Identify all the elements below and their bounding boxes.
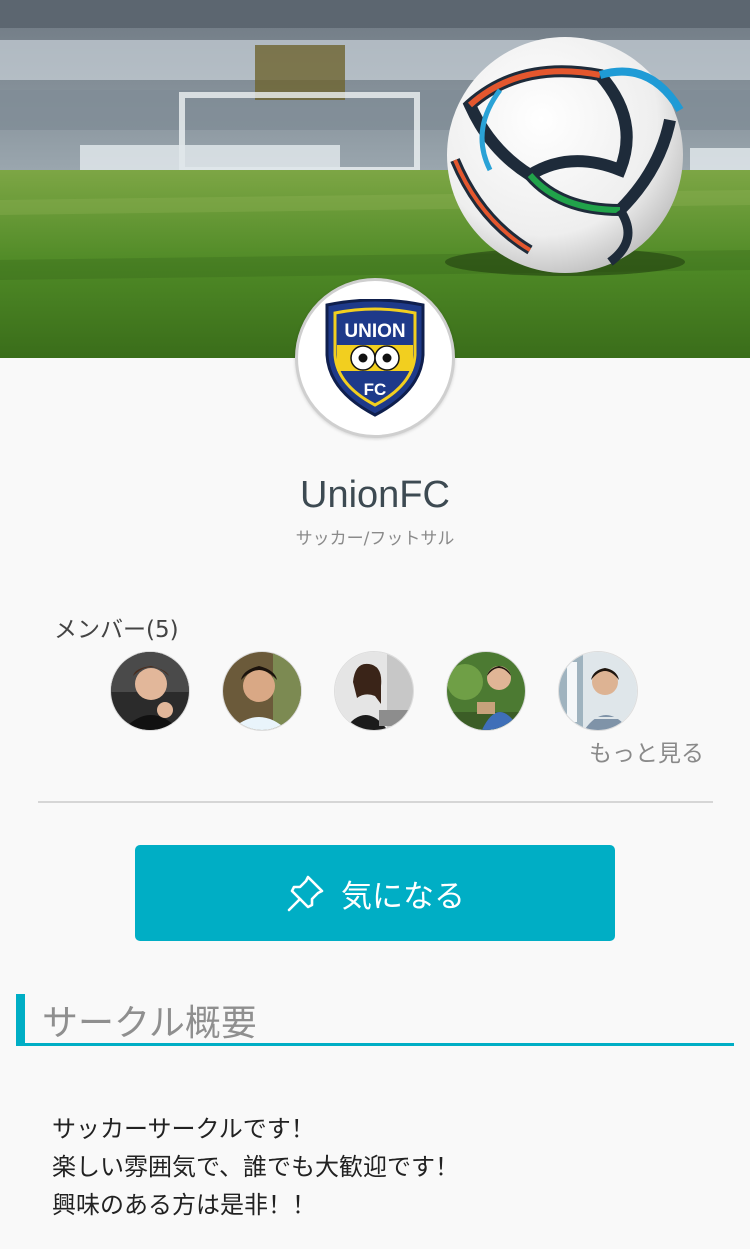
circle-logo: UNION FC xyxy=(295,278,455,438)
avatar[interactable] xyxy=(222,651,302,731)
description-line: 楽しい雰囲気で、誰でも大歓迎です！ xyxy=(52,1153,460,1181)
overview-heading-text: サークル概要 xyxy=(42,1003,257,1044)
avatar[interactable] xyxy=(334,651,414,731)
divider xyxy=(38,801,713,803)
interested-button-label: 気になる xyxy=(341,878,465,915)
pin-icon xyxy=(287,875,324,912)
description-line: 興味のある方は是非！！ xyxy=(52,1191,316,1219)
circle-name: UnionFC xyxy=(300,474,450,516)
interested-button[interactable]: 気になる xyxy=(135,845,615,941)
crest-bottom-text: FC xyxy=(364,380,387,399)
crest-top-text: UNION xyxy=(344,321,405,342)
overview-heading: サークル概要 xyxy=(16,994,734,1046)
overview-description: サッカーサークルです！ 楽しい雰囲気で、誰でも大歓迎です！ 興味のある方は是非！… xyxy=(52,1110,702,1224)
union-fc-crest-icon: UNION FC xyxy=(325,299,425,417)
avatar[interactable] xyxy=(558,651,638,731)
circle-category: サッカー/フットサル xyxy=(295,529,455,549)
avatar[interactable] xyxy=(446,651,526,731)
members-label: メンバー(5) xyxy=(54,617,179,643)
more-members-link[interactable]: もっと見る xyxy=(589,734,704,768)
avatar[interactable] xyxy=(110,651,190,731)
member-avatars xyxy=(110,651,650,733)
description-line: サッカーサークルです！ xyxy=(52,1115,315,1143)
